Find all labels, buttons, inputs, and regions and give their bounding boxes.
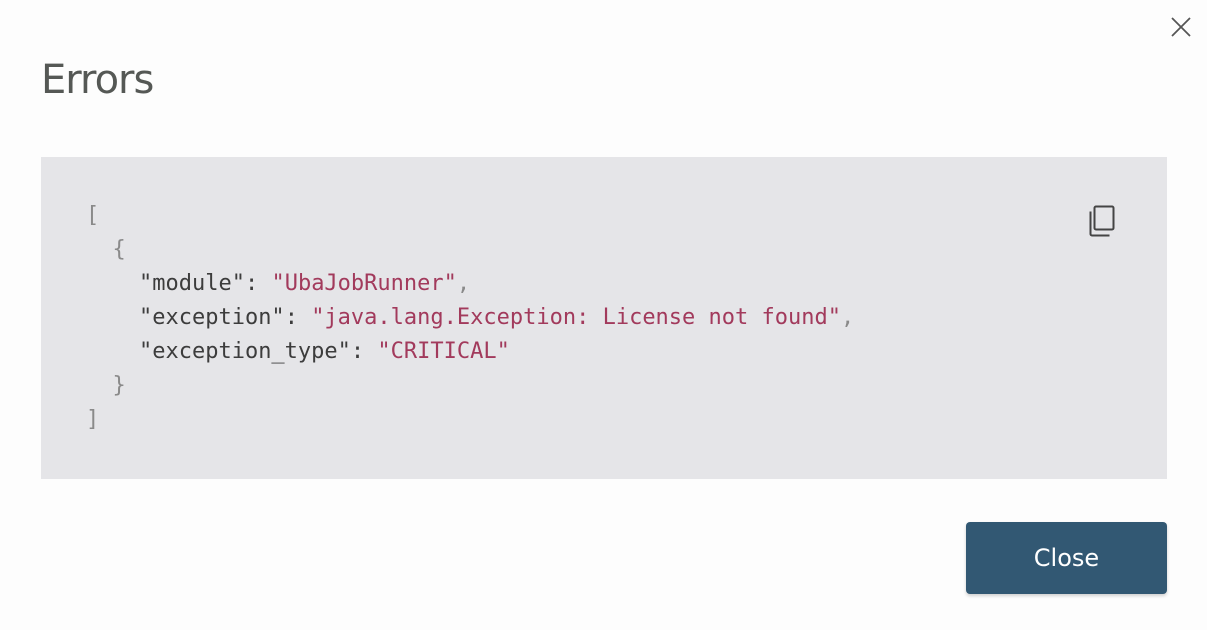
- json-colon: :: [284, 305, 312, 330]
- close-brace: }: [112, 373, 126, 398]
- json-colon: :: [350, 339, 378, 364]
- json-value: "CRITICAL": [377, 339, 510, 364]
- copy-icon[interactable]: [1088, 205, 1116, 237]
- open-brace: {: [112, 237, 126, 262]
- close-button[interactable]: Close: [966, 522, 1167, 594]
- json-comma: ,: [456, 271, 471, 296]
- json-colon: :: [244, 271, 272, 296]
- json-key: "exception": [138, 305, 285, 330]
- error-code-panel: [ { "module": "UbaJobRunner", "exception…: [41, 157, 1167, 479]
- close-bracket: ]: [86, 407, 100, 432]
- json-comma: ,: [841, 305, 855, 330]
- errors-dialog: Errors [ { "module": "UbaJobRunner", "ex…: [0, 0, 1207, 630]
- json-key: "module": [138, 271, 245, 296]
- error-json: [ { "module": "UbaJobRunner", "exception…: [86, 199, 854, 437]
- close-icon[interactable]: [1170, 16, 1192, 38]
- json-key: "exception_type": [138, 339, 351, 364]
- json-value: "java.lang.Exception: License not found": [311, 305, 841, 330]
- open-bracket: [: [86, 203, 100, 228]
- dialog-title: Errors: [41, 57, 154, 103]
- json-value: "UbaJobRunner": [271, 271, 457, 296]
